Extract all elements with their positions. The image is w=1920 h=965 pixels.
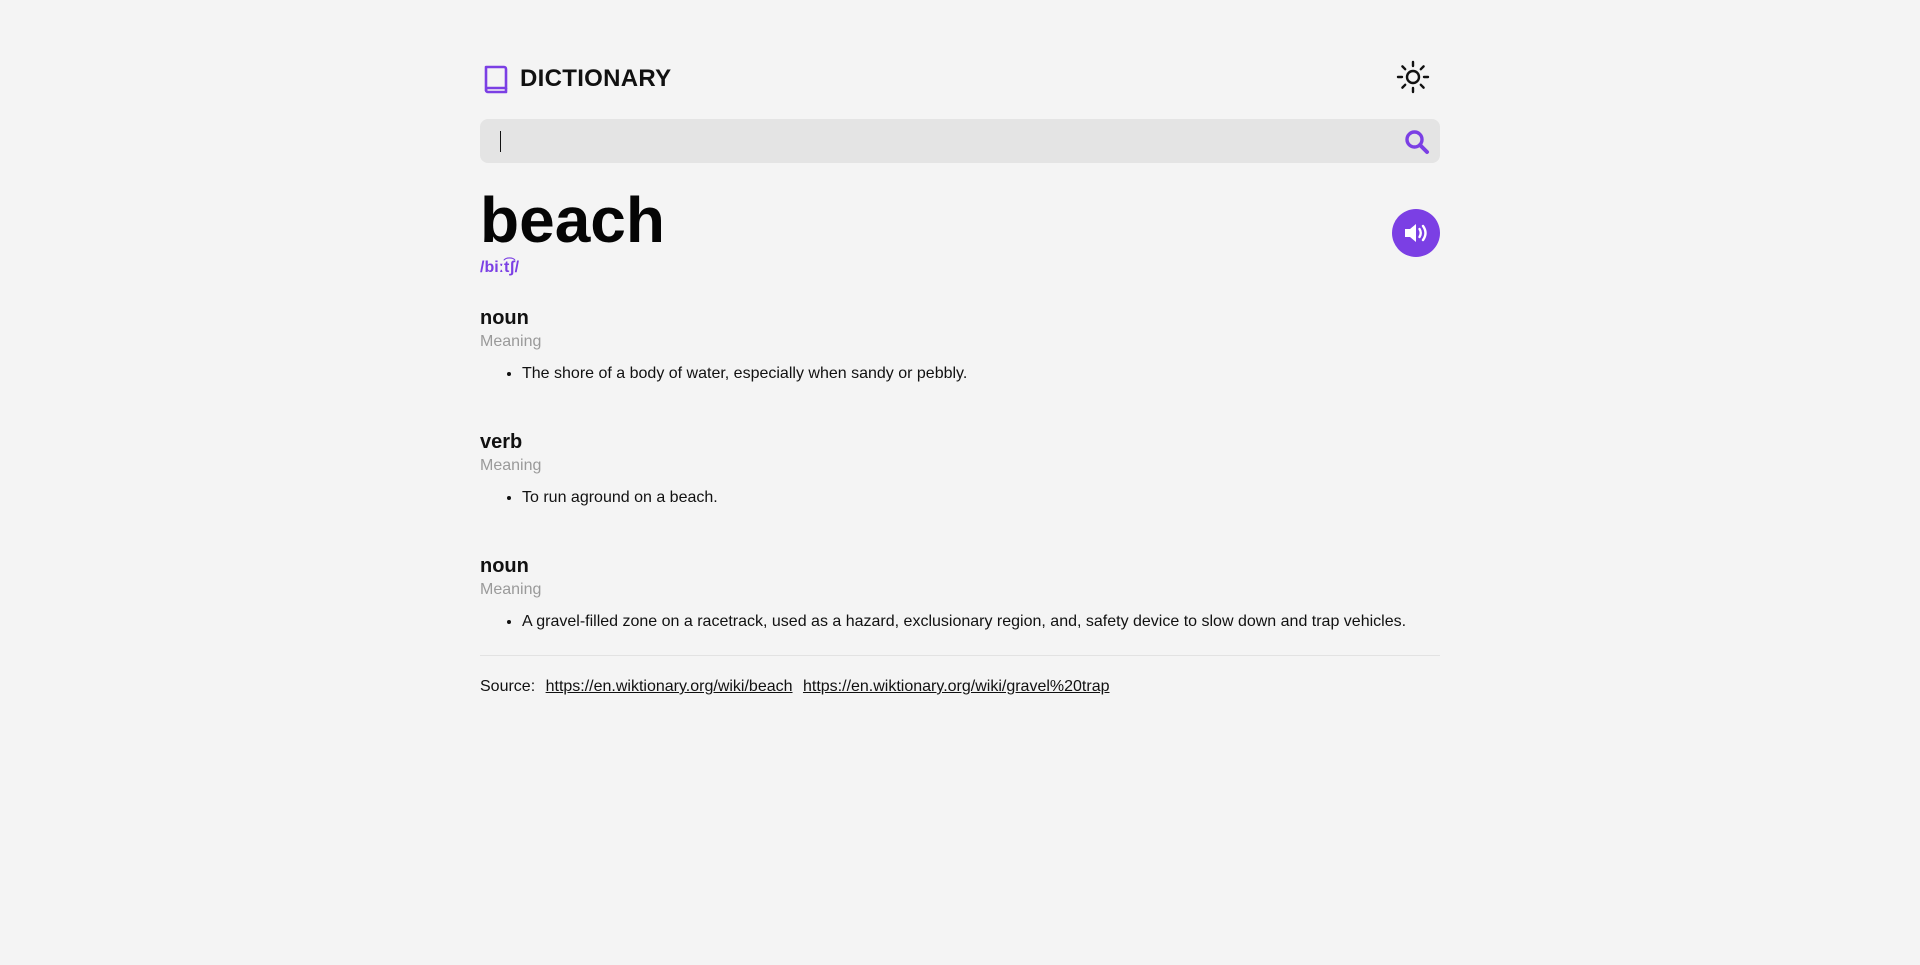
book-icon xyxy=(484,65,508,94)
source-link[interactable]: https://en.wiktionary.org/wiki/beach xyxy=(546,678,793,695)
meaning-section: noun Meaning The shore of a body of wate… xyxy=(480,306,1440,384)
app-title: DICTIONARY xyxy=(520,65,672,92)
definition-list: A gravel-filled zone on a racetrack, use… xyxy=(480,612,1440,632)
speaker-icon xyxy=(1405,224,1427,242)
logo[interactable]: DICTIONARY xyxy=(482,64,671,94)
phonetic-text: /biːt͡ʃ/ xyxy=(480,259,520,276)
word-title: beach xyxy=(480,184,665,256)
definition-list: To run aground on a beach. xyxy=(480,488,1440,508)
meaning-section: noun Meaning A gravel-filled zone on a r… xyxy=(480,554,1440,632)
definition-item: The shore of a body of water, especially… xyxy=(522,364,1440,384)
definition-item: To run aground on a beach. xyxy=(522,488,1440,508)
header: DICTIONARY xyxy=(480,60,1440,100)
sun-icon[interactable] xyxy=(1396,60,1430,94)
definition-item: A gravel-filled zone on a racetrack, use… xyxy=(522,612,1440,632)
search-input[interactable] xyxy=(496,125,1380,159)
meaning-label: Meaning xyxy=(480,581,542,598)
source-line: Source: https://en.wiktionary.org/wiki/b… xyxy=(480,678,1110,696)
source-link[interactable]: https://en.wiktionary.org/wiki/gravel%20… xyxy=(803,678,1110,695)
meaning-label: Meaning xyxy=(480,333,542,350)
meaning-label: Meaning xyxy=(480,457,542,474)
source-label: Source: xyxy=(480,678,536,695)
search-bar xyxy=(480,119,1440,163)
text-caret xyxy=(500,131,501,152)
part-of-speech: noun xyxy=(480,307,529,329)
search-icon[interactable] xyxy=(1404,129,1430,155)
divider xyxy=(480,655,1440,656)
part-of-speech: noun xyxy=(480,555,529,577)
play-audio-button[interactable] xyxy=(1392,209,1440,257)
meaning-section: verb Meaning To run aground on a beach. xyxy=(480,430,1440,508)
definition-list: The shore of a body of water, especially… xyxy=(480,364,1440,384)
part-of-speech: verb xyxy=(480,431,523,453)
